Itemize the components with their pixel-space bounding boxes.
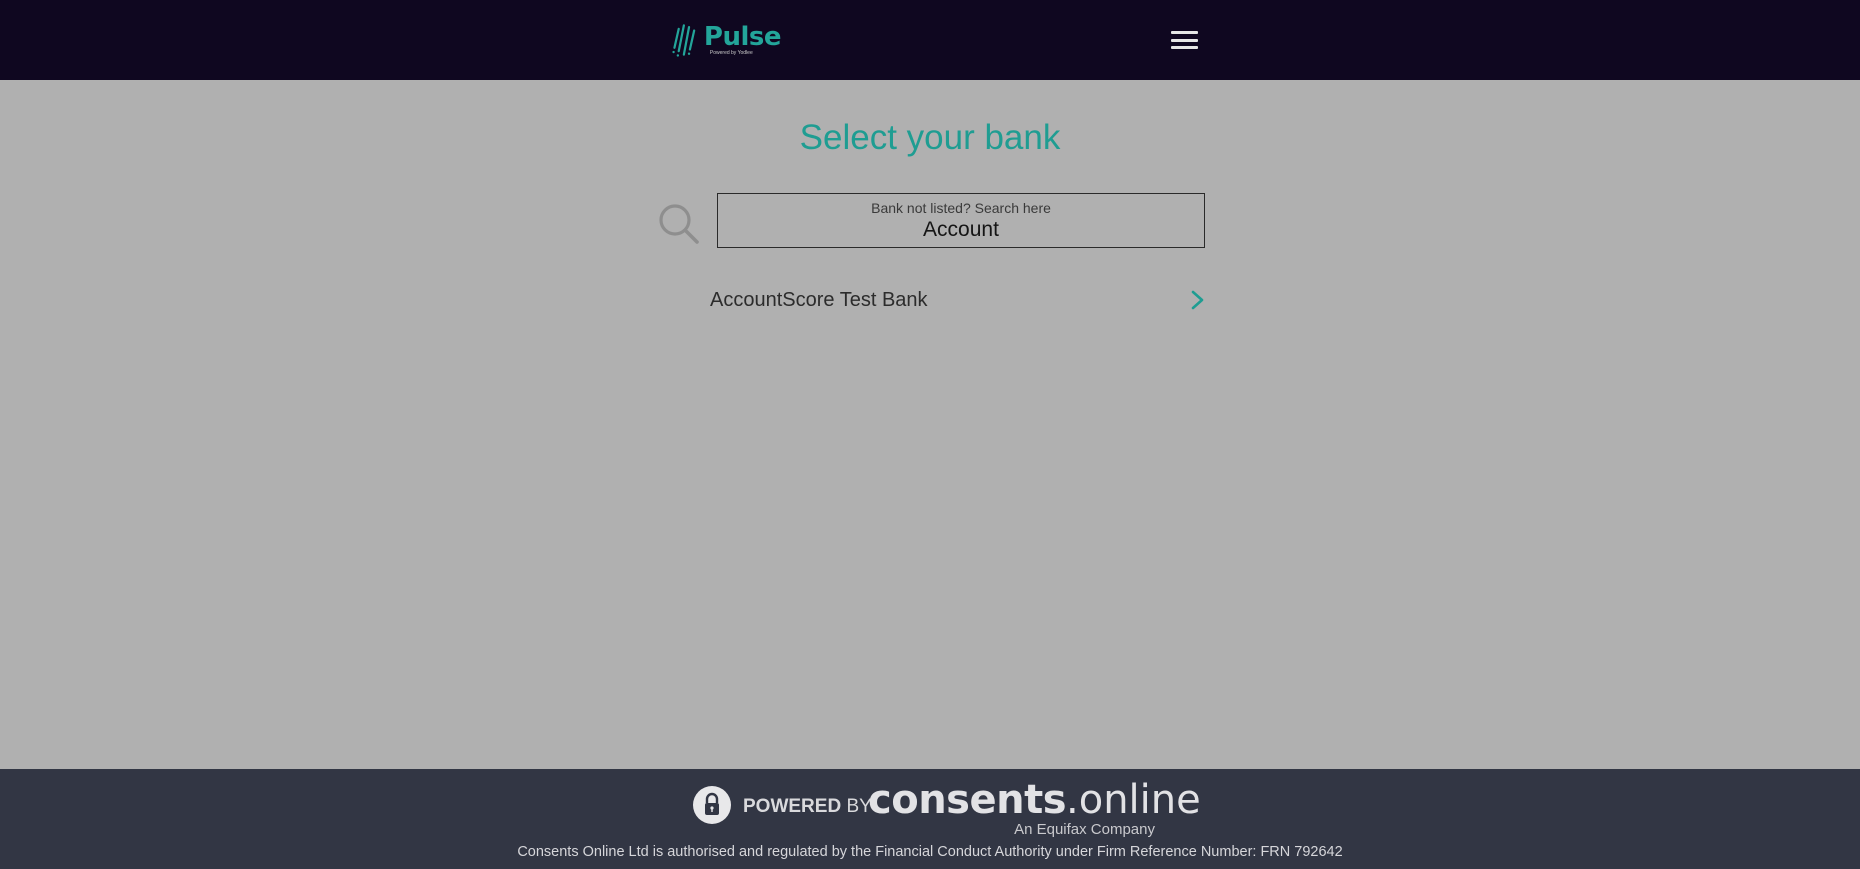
footer: POWERED BY consents.online An Equifax Co… bbox=[0, 769, 1860, 869]
pulse-logo-mark-icon bbox=[672, 24, 696, 57]
powered-prefix: POWERED bbox=[743, 796, 842, 817]
lock-icon-glyph bbox=[705, 792, 719, 815]
logo-wordmark: Pulse bbox=[703, 22, 782, 52]
page-title: Select your bank bbox=[799, 118, 1061, 157]
logo-subtext: Powered by Yodlee bbox=[709, 50, 753, 56]
brand-bold: consents bbox=[868, 777, 1067, 823]
pulse-logo[interactable]: Pulse Powered by Yodlee bbox=[671, 18, 782, 62]
bank-search-field[interactable]: Bank not listed? Search here bbox=[717, 193, 1205, 248]
bank-search-input[interactable] bbox=[718, 216, 1204, 244]
search-label: Bank not listed? Search here bbox=[871, 200, 1051, 216]
powered-by-text: POWERED BY bbox=[743, 796, 872, 818]
logo-text-group: Pulse Powered by Yodlee bbox=[703, 22, 782, 56]
regulatory-text: Consents Online Ltd is authorised and re… bbox=[517, 844, 1343, 860]
consents-online-logo: POWERED BY consents.online An Equifax Co… bbox=[693, 778, 1201, 838]
brand-tagline: An Equifax Company bbox=[1014, 821, 1155, 838]
menu-bar bbox=[1171, 46, 1198, 49]
top-header: Pulse Powered by Yodlee bbox=[0, 0, 1860, 80]
bank-name: AccountScore Test Bank bbox=[710, 288, 928, 311]
lock-icon bbox=[693, 786, 731, 824]
search-icon bbox=[659, 204, 699, 244]
menu-bar bbox=[1171, 31, 1198, 34]
brand-light: .online bbox=[1066, 777, 1201, 823]
brand-wordmark: consents.online bbox=[868, 778, 1201, 822]
hamburger-menu-icon[interactable] bbox=[1171, 30, 1198, 50]
bank-list-item[interactable]: AccountScore Test Bank bbox=[710, 280, 1206, 320]
chevron-right-icon bbox=[1191, 290, 1204, 310]
menu-bar bbox=[1171, 38, 1198, 42]
